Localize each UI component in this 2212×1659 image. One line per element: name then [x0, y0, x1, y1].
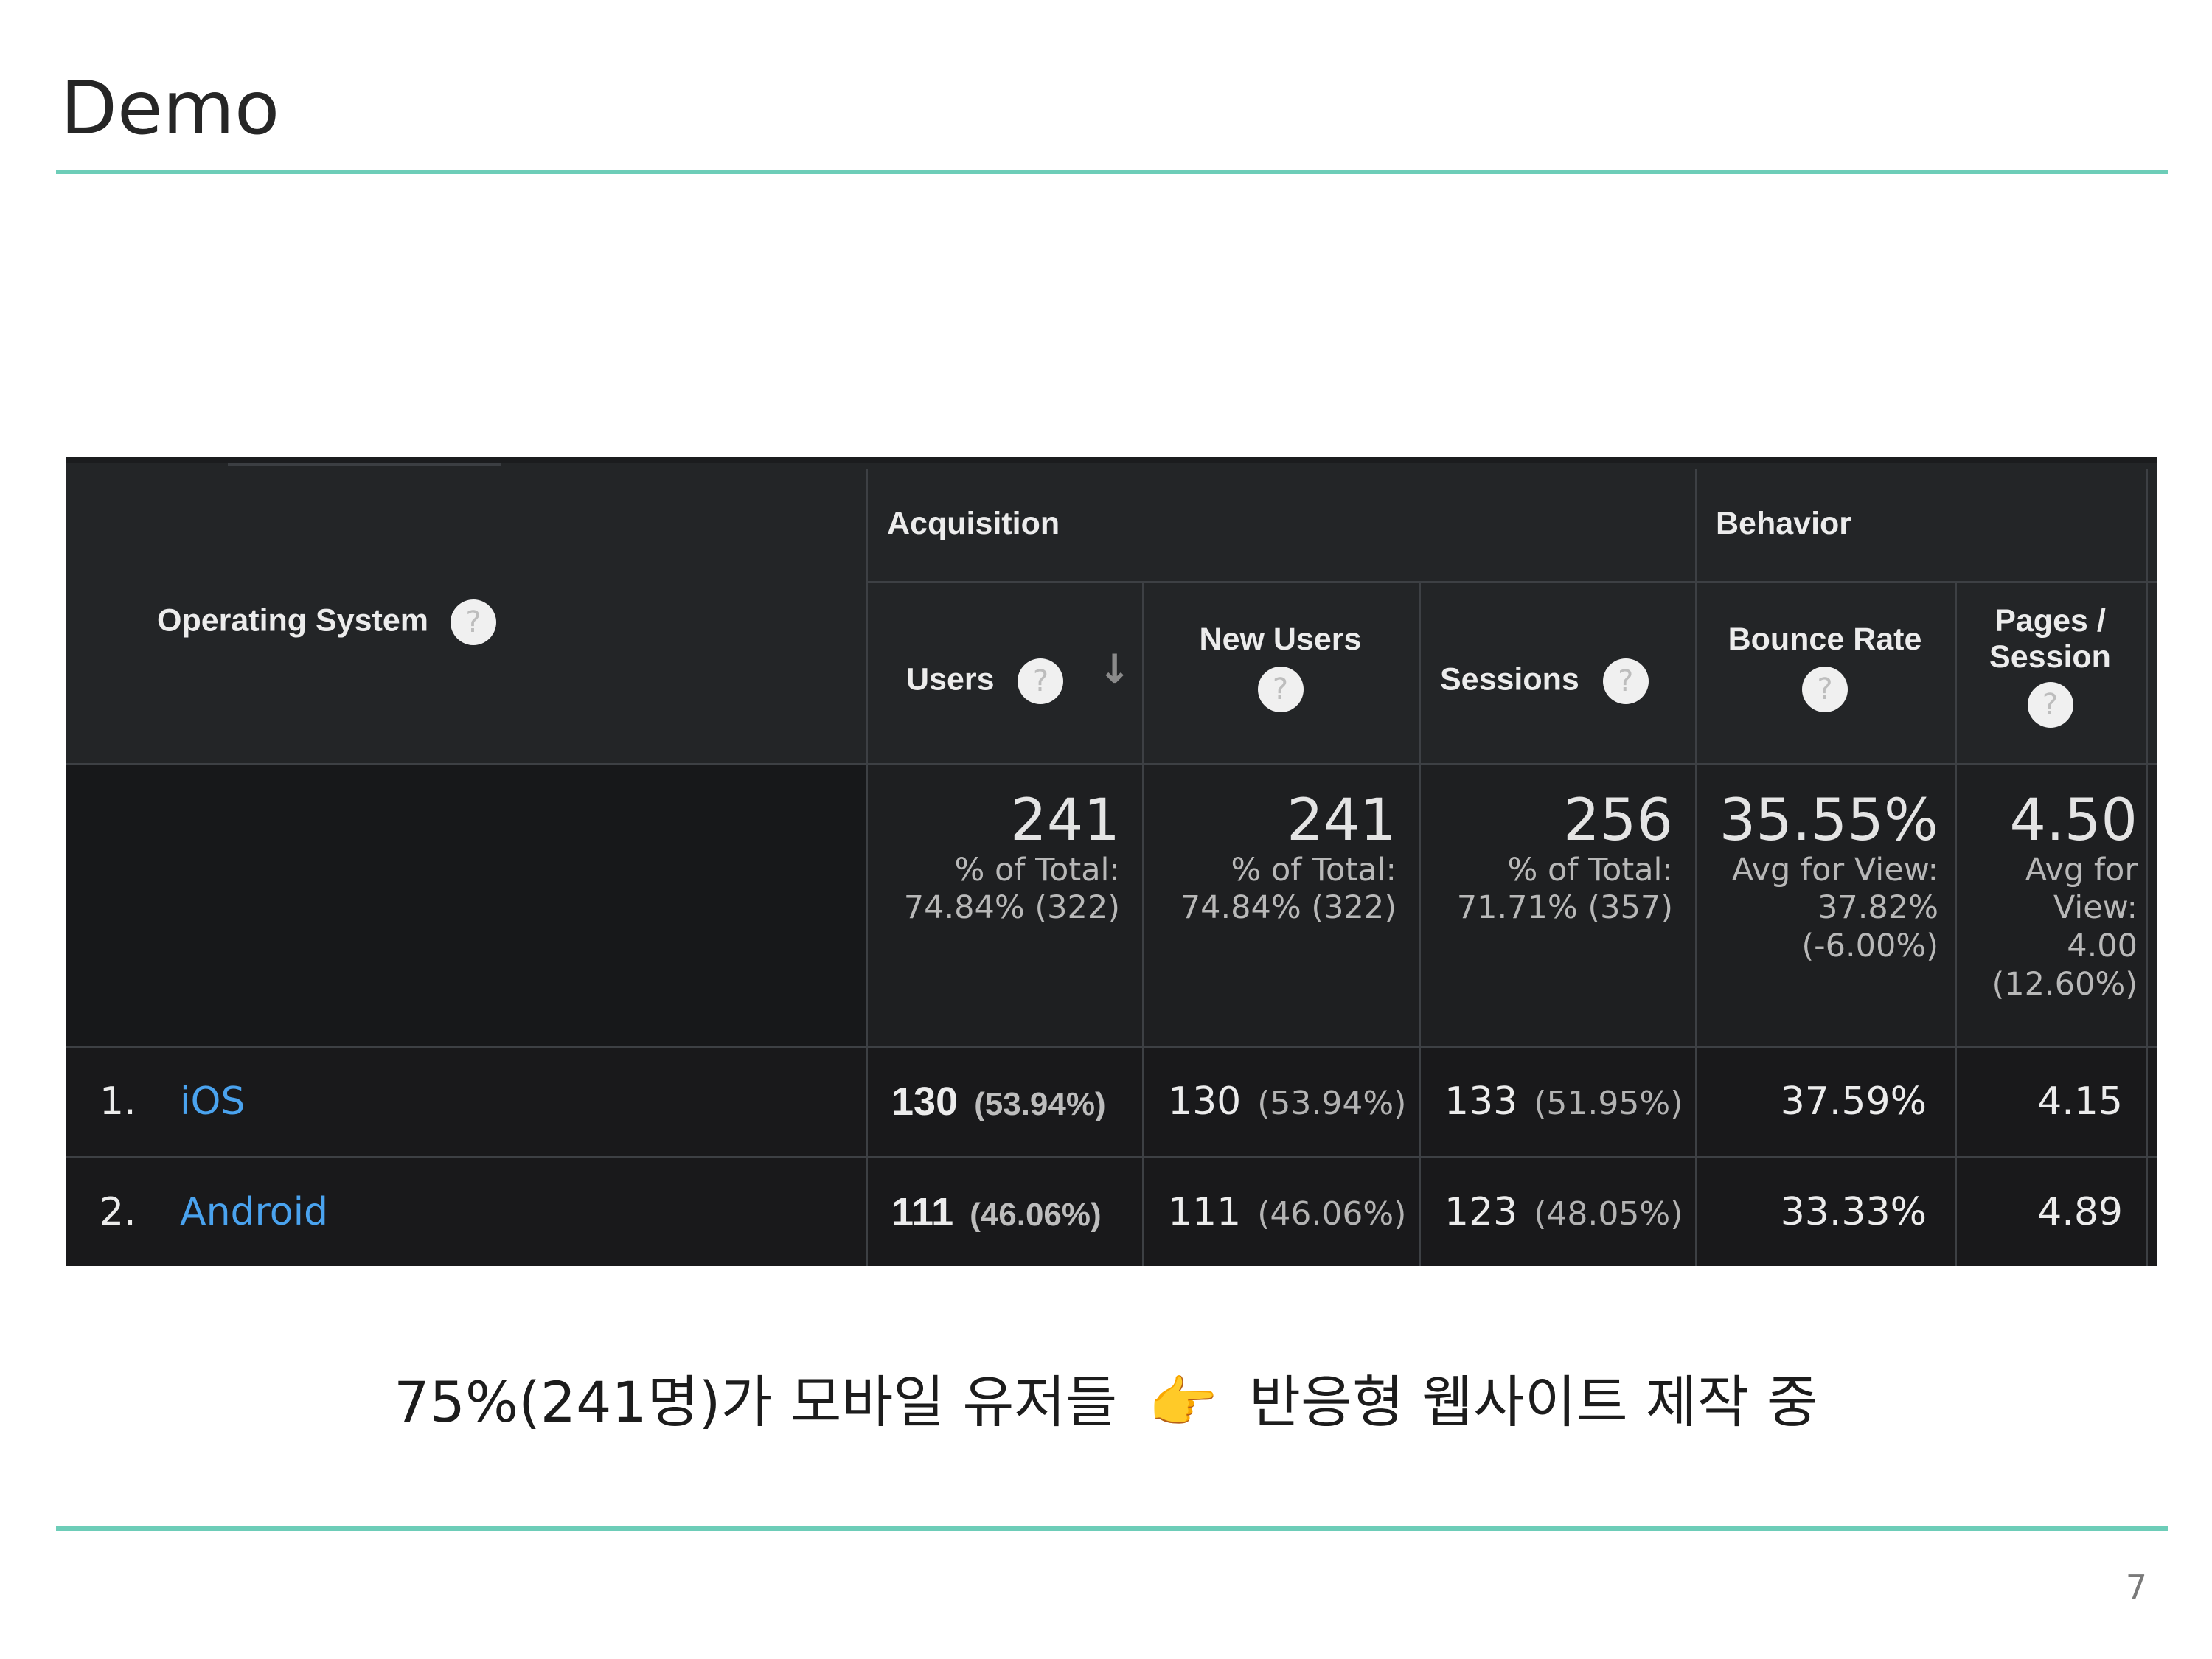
new-users-total-label: % of Total:	[1231, 851, 1397, 888]
pages-session-total-value: 4.50	[2009, 787, 2138, 854]
row-index: 2.	[100, 1190, 136, 1234]
users-percent: (53.94%)	[974, 1086, 1106, 1122]
bounce-rate-total-average: 37.82%	[1818, 889, 1938, 927]
sort-descending-icon[interactable]: ↓	[1098, 646, 1131, 692]
users-total-detail: 74.84% (322)	[903, 889, 1120, 927]
new-users-header-label: New Users	[1199, 622, 1362, 657]
bounce-rate-total-label: Avg for View:	[1731, 851, 1938, 888]
sessions-value: 133	[1444, 1079, 1518, 1124]
dimension-header[interactable]: Operating System ?	[157, 599, 496, 645]
bounce-rate-column-header[interactable]: Bounce Rate ?	[1695, 622, 1955, 713]
pages-session-total-label-2: View:	[2053, 889, 2138, 927]
footer-divider	[56, 1526, 2168, 1531]
users-column-header[interactable]: Users ?	[906, 658, 1064, 704]
column-divider	[2146, 469, 2148, 1266]
sessions-percent: (51.95%)	[1534, 1085, 1683, 1122]
sessions-header-label: Sessions	[1440, 661, 1579, 698]
new-users-total: 241 % of Total: 74.84% (322)	[1153, 787, 1397, 928]
caption-conclusion: 반응형 웹사이트 제작 중	[1249, 1369, 1818, 1435]
bounce-rate-total: 35.55% Avg for View: 37.82% (-6.00%)	[1703, 787, 1938, 966]
sessions-cell: 123 (48.05%)	[1444, 1158, 1683, 1266]
totals-dimension-cell	[66, 765, 866, 1046]
users-total: 241 % of Total: 74.84% (322)	[877, 787, 1120, 928]
sessions-cell: 133 (51.95%)	[1444, 1048, 1683, 1158]
column-divider	[1695, 469, 1697, 1266]
new-users-cell: 111 (46.06%)	[1168, 1158, 1406, 1266]
users-header-label: Users	[906, 661, 995, 698]
pages-session-column-header[interactable]: Pages / Session ?	[1955, 603, 2146, 728]
bounce-rate-total-value: 35.55%	[1719, 787, 1938, 854]
bounce-rate-value: 37.59%	[1780, 1079, 1927, 1124]
pages-session-header-line2: Session	[1989, 639, 2111, 675]
dimension-header-label: Operating System	[157, 602, 428, 639]
new-users-value: 111	[1168, 1190, 1242, 1234]
help-icon[interactable]: ?	[2027, 681, 2073, 728]
sessions-total-detail: 71.71% (357)	[1456, 889, 1673, 927]
users-total-label: % of Total:	[954, 851, 1120, 888]
pages-session-total-average: 4.00	[2067, 928, 2138, 965]
row-divider	[66, 763, 2157, 765]
users-value: 111	[891, 1190, 954, 1234]
table-row[interactable]: 2. Android 111 (46.06%) 111 (46.06%) 123 (4…	[66, 1158, 2157, 1266]
users-cell: 130 (53.94%)	[891, 1048, 1106, 1158]
row-divider	[66, 1156, 2157, 1158]
sessions-total: 256 % of Total: 71.71% (357)	[1430, 787, 1673, 928]
pages-session-total-label-1: Avg for	[2025, 851, 2138, 888]
page-number: 7	[2125, 1568, 2147, 1607]
help-icon[interactable]: ?	[1802, 667, 1848, 713]
new-users-percent: (46.06%)	[1257, 1195, 1407, 1233]
column-divider	[1419, 581, 1421, 1266]
row-index: 1.	[100, 1079, 136, 1124]
sessions-value: 123	[1444, 1190, 1518, 1234]
help-icon[interactable]: ?	[1257, 667, 1304, 713]
analytics-report-table: 1. iOS 130 (53.94%) 130 (53.94%) 133 (51.95…	[66, 457, 2157, 1266]
pages-session-header-line1: Pages /	[1994, 603, 2106, 639]
sessions-percent: (48.05%)	[1534, 1195, 1683, 1233]
bounce-rate-total-change: (-6.00%)	[1801, 928, 1938, 965]
sessions-total-label: % of Total:	[1507, 851, 1673, 888]
pointing-hand-icon: 👉	[1148, 1369, 1218, 1435]
slide-caption: 75%(241명)가 모바일 유저들 👉 반응형 웹사이트 제작 중	[0, 1357, 2212, 1438]
new-users-column-header[interactable]: New Users ?	[1142, 622, 1419, 713]
users-cell: 111 (46.06%)	[891, 1158, 1102, 1266]
acquisition-group-header: Acquisition	[887, 506, 1060, 541]
os-link-android[interactable]: Android	[180, 1190, 328, 1234]
bounce-rate-header-label: Bounce Rate	[1728, 622, 1922, 657]
row-divider	[66, 1046, 2157, 1048]
bounce-rate-value: 33.33%	[1780, 1190, 1927, 1234]
users-percent: (46.06%)	[970, 1197, 1102, 1233]
new-users-cell: 130 (53.94%)	[1168, 1048, 1406, 1158]
users-value: 130	[891, 1079, 959, 1124]
caption-text: 75%(241명)가 모바일 유저들	[394, 1369, 1118, 1435]
behavior-group-header: Behavior	[1716, 506, 1852, 541]
help-icon[interactable]: ?	[450, 599, 496, 645]
new-users-value: 130	[1168, 1079, 1242, 1124]
sessions-total-value: 256	[1563, 787, 1673, 854]
new-users-total-value: 241	[1287, 787, 1397, 854]
pages-session-total: 4.50 Avg for View: 4.00 (12.60%)	[1961, 787, 2138, 1004]
pages-session-total-change: (12.60%)	[1992, 965, 2138, 1003]
report-tab-edge	[228, 463, 501, 466]
table-row[interactable]: 1. iOS 130 (53.94%) 130 (53.94%) 133 (51.95…	[66, 1048, 2157, 1156]
new-users-total-detail: 74.84% (322)	[1180, 889, 1397, 927]
help-icon[interactable]: ?	[1602, 658, 1649, 704]
new-users-percent: (53.94%)	[1257, 1085, 1407, 1122]
os-link-ios[interactable]: iOS	[180, 1079, 245, 1124]
slide-title: Demo	[60, 65, 280, 151]
pages-session-value: 4.15	[2037, 1079, 2123, 1124]
help-icon[interactable]: ?	[1018, 658, 1064, 704]
title-divider	[56, 170, 2168, 174]
pages-session-value: 4.89	[2037, 1190, 2123, 1234]
sessions-column-header[interactable]: Sessions ?	[1440, 658, 1649, 704]
row-divider	[866, 581, 2157, 583]
users-total-value: 241	[1010, 787, 1120, 854]
column-divider	[866, 469, 868, 1266]
